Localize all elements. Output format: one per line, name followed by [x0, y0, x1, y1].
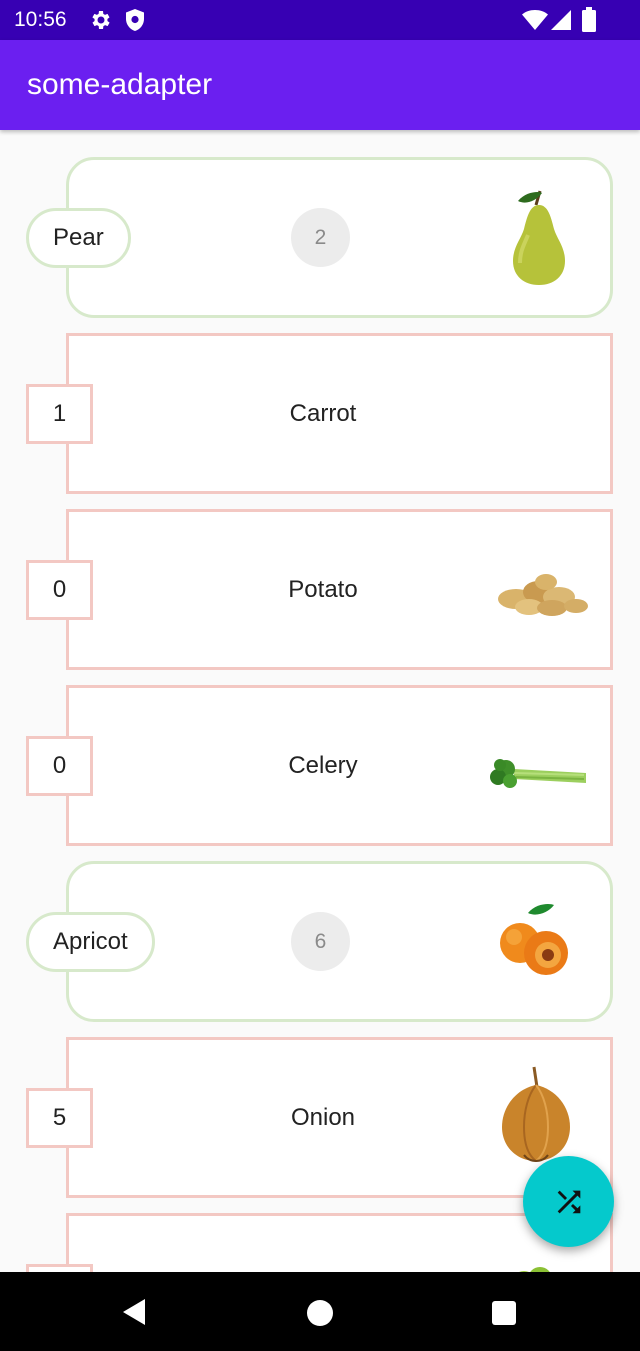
fruit-card-pear[interactable]: 2	[66, 157, 613, 318]
status-time: 10:56	[14, 8, 67, 31]
shield-icon	[126, 9, 144, 31]
app-bar: some-adapter	[0, 40, 640, 130]
shuffle-button[interactable]	[523, 1156, 614, 1247]
vegetable-card-carrot[interactable]: Carrot	[66, 333, 613, 494]
back-icon[interactable]	[121, 1299, 147, 1325]
name-tag-pear: Pear	[26, 208, 131, 268]
celery-image	[490, 759, 586, 788]
count-badge: 2	[291, 208, 350, 267]
count-badge: 6	[291, 912, 350, 971]
count-tag-carrot: 1	[26, 384, 93, 444]
item-name: Carrot	[289, 400, 357, 427]
wifi-icon	[522, 10, 548, 30]
apricot-image	[500, 903, 568, 975]
potato-image	[498, 574, 588, 616]
name-tag-apricot: Apricot	[26, 912, 155, 972]
settings-gear-icon	[92, 11, 110, 29]
item-list[interactable]: 2 Pear Carrot 1 Potato 0 Celery 0 6 Apri…	[0, 130, 640, 1272]
recents-icon[interactable]	[492, 1301, 516, 1325]
pear-image	[513, 190, 565, 285]
onion-image	[502, 1066, 570, 1162]
app-title: some-adapter	[27, 68, 213, 101]
cell-signal-icon	[551, 10, 571, 30]
vegetable-card-celery[interactable]: Celery	[66, 685, 613, 846]
shuffle-icon	[557, 1190, 580, 1213]
home-icon[interactable]	[307, 1300, 333, 1326]
count-tag-potato: 0	[26, 560, 93, 620]
count-tag-partial	[26, 1264, 93, 1272]
count-tag-celery: 0	[26, 736, 93, 796]
navigation-bar	[0, 1272, 640, 1351]
status-bar: 10:56	[0, 0, 640, 40]
vegetable-card-potato[interactable]: Potato	[66, 509, 613, 670]
count-tag-onion: 5	[26, 1088, 93, 1148]
battery-icon	[582, 7, 596, 32]
